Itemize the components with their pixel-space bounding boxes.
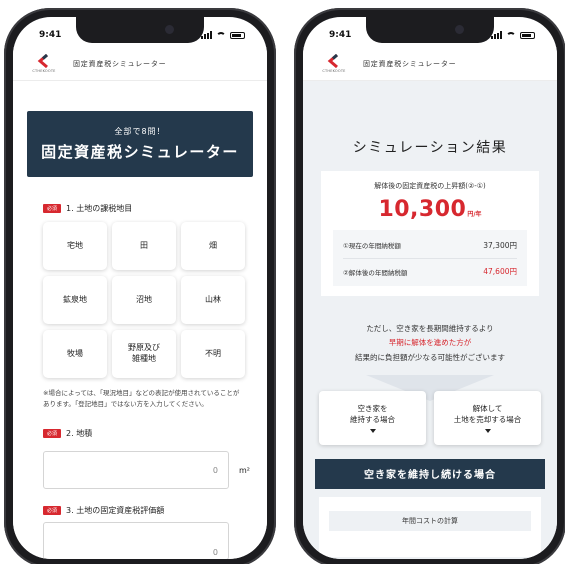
keep-house-label: 空き家を 維持する場合 <box>350 404 395 425</box>
question-2-text: 2. 地積 <box>66 429 93 439</box>
result-title: シミュレーション結果 <box>352 140 508 156</box>
advice-line-3: 結果的に負担額が少なる可能性がございます <box>355 352 505 362</box>
option-hatake[interactable]: 畑 <box>181 222 245 270</box>
advice-text: ただし、空き家を長期間維持するより 早期に解体を進めた方が 結果的に負担額が少な… <box>303 322 557 365</box>
result-card: 解体後の固定資産税の上昇額(②-①) 10,300円/年 ①現在の年間納税額 3… <box>321 171 539 296</box>
question-3-label: 必須 3. 土地の固定資産税評価額 <box>43 505 251 516</box>
scenario-choices: 空き家を 維持する場合 解体して 土地を売却する場合 <box>319 390 541 445</box>
required-badge: 必須 <box>43 506 62 516</box>
tax-breakdown: ①現在の年間納税額 37,300円 ②解体後の年間納税額 47,600円 <box>333 230 527 286</box>
increase-unit: 円/年 <box>467 211 482 218</box>
logo-mark-icon <box>37 54 48 68</box>
battery-icon <box>520 31 535 39</box>
increase-label: 解体後の固定資産税の上昇額(②-①) <box>374 182 486 190</box>
demolish-sell-label: 解体して 土地を売却する場合 <box>453 404 522 425</box>
option-takuchi[interactable]: 宅地 <box>43 222 107 270</box>
after-demolition-tax-value: 47,600円 <box>483 267 517 276</box>
keep-house-section-header: 空き家を維持し続ける場合 <box>315 458 545 489</box>
area-unit: m² <box>239 465 250 475</box>
status-icons <box>491 31 535 39</box>
result-view: シミュレーション結果 解体後の固定資産税の上昇額(②-①) 10,300円/年 … <box>303 81 557 559</box>
keep-house-button[interactable]: 空き家を 維持する場合 <box>319 390 426 445</box>
hero-subtitle: 全部で8問！ <box>114 127 166 136</box>
advice-line-2: 早期に解体を進めた方が <box>388 338 472 348</box>
header-title: 固定資産税シミュレーター <box>363 59 457 68</box>
option-genya[interactable]: 野原及び 雑種地 <box>112 330 176 378</box>
app-logo[interactable]: CTHEKOOTE <box>321 54 347 73</box>
land-category-options: 宅地 田 畑 鉱泉地 沼地 山林 牧場 野原及び 雑種地 不明 <box>43 222 267 378</box>
annual-cost-heading: 年間コストの計算 <box>329 510 531 531</box>
question-3-text: 3. 土地の固定資産税評価額 <box>66 506 165 516</box>
area-input[interactable]: 0 <box>43 451 229 490</box>
demolish-sell-button[interactable]: 解体して 土地を売却する場合 <box>434 390 541 445</box>
logo-mark-icon <box>327 54 338 68</box>
app-header: CTHEKOOTE 固定資産税シミュレーター <box>303 47 557 81</box>
wifi-icon <box>506 31 516 39</box>
status-time: 9:41 <box>39 30 62 40</box>
current-tax-value: 37,300円 <box>483 240 517 250</box>
option-ta[interactable]: 田 <box>112 222 176 270</box>
current-tax-label: ①現在の年間納税額 <box>343 242 401 250</box>
app-header: CTHEKOOTE 固定資産税シミュレーター <box>13 47 267 81</box>
hero-title: 固定資産税シミュレーター <box>41 143 239 161</box>
notch <box>366 17 494 43</box>
increase-amount: 10,300円/年 <box>333 197 527 222</box>
valuation-input[interactable]: 0 <box>43 522 229 559</box>
simulator-form: 全部で8問！ 固定資産税シミュレーター 必須 1. 土地の課税地目 宅地 田 畑… <box>13 81 267 559</box>
phone-screen-input: 9:41 CTHEKOOTE 固定資産税シミュレーター 全部で8問！ 固定資産税… <box>13 17 267 559</box>
notch <box>76 17 204 43</box>
caret-down-icon <box>369 428 376 433</box>
option-sanrin[interactable]: 山林 <box>181 276 245 324</box>
option-bokujo[interactable]: 牧場 <box>43 330 107 378</box>
question-2-label: 必須 2. 地積 <box>43 428 251 439</box>
required-badge: 必須 <box>43 429 62 439</box>
caret-down-icon <box>484 428 491 433</box>
option-kousenchi[interactable]: 鉱泉地 <box>43 276 107 324</box>
after-demolition-tax-label: ②解体後の年間納税額 <box>343 268 408 277</box>
canvas: 9:41 CTHEKOOTE 固定資産税シミュレーター 全部で8問！ 固定資産税… <box>0 0 565 564</box>
land-category-note: ※場合によっては、「現況地目」などの表記が使用されていることがあります。「登記地… <box>43 389 240 409</box>
logo-text: CTHEKOOTE <box>32 69 56 73</box>
option-fumei[interactable]: 不明 <box>181 330 245 378</box>
battery-icon <box>230 31 245 39</box>
wifi-icon <box>216 31 226 39</box>
hero-banner: 全部で8問！ 固定資産税シミュレーター <box>27 111 253 177</box>
required-badge: 必須 <box>43 204 62 213</box>
header-title: 固定資産税シミュレーター <box>73 59 167 68</box>
option-numachi[interactable]: 沼地 <box>112 276 176 324</box>
app-logo[interactable]: CTHEKOOTE <box>31 54 57 73</box>
status-time: 9:41 <box>329 30 352 40</box>
camera-icon <box>455 25 464 34</box>
after-demolition-tax-row: ②解体後の年間納税額 47,600円 <box>343 258 517 284</box>
annual-cost-panel: 年間コストの計算 <box>319 496 541 557</box>
logo-text: CTHEKOOTE <box>322 69 346 73</box>
advice-line-1: ただし、空き家を長期間維持するより <box>366 324 494 333</box>
increase-value: 10,300 <box>378 197 467 222</box>
phone-frame-result: 9:41 CTHEKOOTE 固定資産税シミュレーター シミュレーション結果 解… <box>294 8 565 564</box>
current-tax-row: ①現在の年間納税額 37,300円 <box>343 232 517 258</box>
question-1-text: 1. 土地の課税地目 <box>66 204 133 213</box>
camera-icon <box>165 25 174 34</box>
question-1-label: 必須 1. 土地の課税地目 <box>43 203 251 214</box>
phone-frame-input: 9:41 CTHEKOOTE 固定資産税シミュレーター 全部で8問！ 固定資産税… <box>4 8 276 564</box>
phone-screen-result: 9:41 CTHEKOOTE 固定資産税シミュレーター シミュレーション結果 解… <box>303 17 557 559</box>
status-icons <box>201 31 245 39</box>
area-row: 0 m² <box>43 451 267 490</box>
